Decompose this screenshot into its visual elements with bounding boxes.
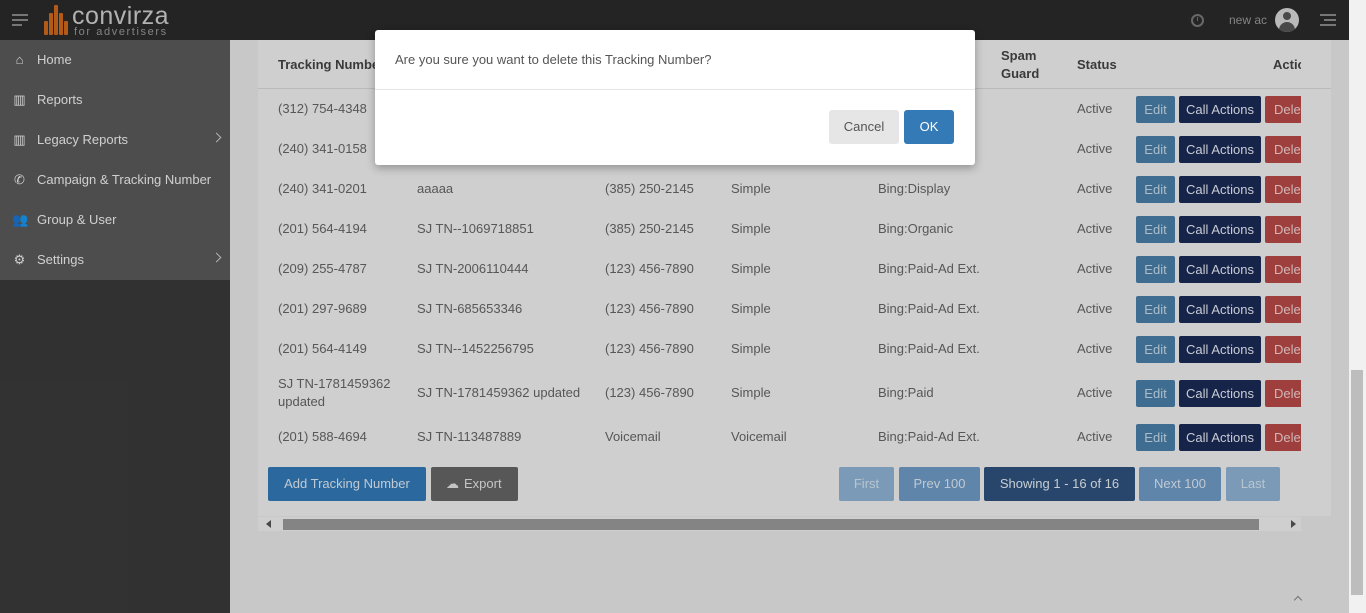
vertical-scroll-thumb[interactable] — [1351, 370, 1363, 595]
dialog-divider — [375, 89, 975, 90]
delete-confirm-dialog: Are you sure you want to delete this Tra… — [375, 30, 975, 165]
dialog-message: Are you sure you want to delete this Tra… — [395, 52, 712, 67]
ok-button[interactable]: OK — [904, 110, 954, 144]
cancel-button[interactable]: Cancel — [829, 110, 899, 144]
vertical-scrollbar[interactable] — [1349, 0, 1366, 613]
